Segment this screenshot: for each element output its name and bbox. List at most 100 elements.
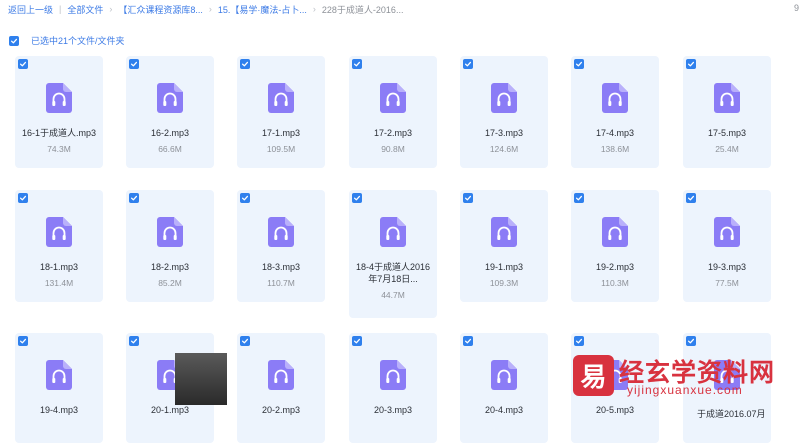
file-card[interactable]: 16-2.mp3 66.6M bbox=[126, 56, 214, 168]
file-checkbox[interactable] bbox=[240, 59, 250, 69]
breadcrumb-separator: › bbox=[312, 4, 316, 14]
file-card[interactable]: 17-3.mp3 124.6M bbox=[460, 56, 548, 168]
file-size: 138.6M bbox=[600, 144, 630, 154]
file-name: 17-4.mp3 bbox=[595, 128, 635, 138]
file-checkbox[interactable] bbox=[129, 59, 139, 69]
file-checkbox[interactable] bbox=[18, 336, 28, 346]
file-checkbox[interactable] bbox=[352, 193, 362, 203]
file-size: 74.3M bbox=[47, 144, 71, 154]
file-size: 90.8M bbox=[381, 144, 405, 154]
file-card[interactable]: 17-4.mp3 138.6M bbox=[571, 56, 659, 168]
file-card[interactable]: 20-4.mp3 bbox=[460, 333, 548, 443]
file-name: 19-3.mp3 bbox=[707, 262, 747, 272]
file-checkbox[interactable] bbox=[129, 336, 139, 346]
breadcrumb-separator: › bbox=[208, 4, 212, 14]
file-size: 109.3M bbox=[489, 278, 519, 288]
breadcrumb: 返回上一级 | 全部文件 › 【汇众课程资源库8... › 15.【易学·魔法-… bbox=[8, 2, 403, 16]
file-card[interactable]: 16-1于成道人.mp3 74.3M bbox=[15, 56, 103, 168]
select-all-checkbox[interactable]: 已选中21个文件/文件夹 bbox=[9, 34, 125, 47]
audio-file-icon bbox=[46, 360, 72, 390]
back-link[interactable]: 返回上一级 bbox=[8, 3, 53, 16]
file-checkbox[interactable] bbox=[240, 336, 250, 346]
file-name: 16-1于成道人.mp3 bbox=[21, 128, 97, 138]
breadcrumb-item-resource[interactable]: 【汇众课程资源库8... bbox=[118, 3, 203, 16]
file-checkbox[interactable] bbox=[574, 336, 584, 346]
file-name: 17-1.mp3 bbox=[261, 128, 301, 138]
file-name: 18-4于成道人2016年7月18日... bbox=[355, 262, 431, 284]
file-name: 17-2.mp3 bbox=[373, 128, 413, 138]
audio-file-icon bbox=[380, 217, 406, 247]
file-checkbox[interactable] bbox=[352, 336, 362, 346]
audio-file-icon bbox=[602, 83, 628, 113]
audio-file-icon bbox=[46, 217, 72, 247]
breadcrumb-separator: | bbox=[59, 4, 62, 14]
file-name: 20-2.mp3 bbox=[261, 405, 301, 415]
file-checkbox[interactable] bbox=[240, 193, 250, 203]
file-checkbox[interactable] bbox=[18, 193, 28, 203]
video-thumbnail[interactable] bbox=[175, 353, 227, 405]
audio-file-icon bbox=[380, 83, 406, 113]
file-card[interactable]: 18-1.mp3 131.4M bbox=[15, 190, 103, 302]
breadcrumb-item-category[interactable]: 15.【易学·魔法-占卜... bbox=[218, 3, 307, 16]
file-size: 44.7M bbox=[381, 290, 405, 300]
file-card[interactable]: 19-2.mp3 110.3M bbox=[571, 190, 659, 302]
file-name: 16-2.mp3 bbox=[150, 128, 190, 138]
watermark-logo: 易 bbox=[573, 355, 614, 396]
audio-file-icon bbox=[491, 217, 517, 247]
file-size: 131.4M bbox=[44, 278, 74, 288]
file-size: 110.3M bbox=[601, 278, 629, 288]
file-checkbox[interactable] bbox=[686, 59, 696, 69]
file-card[interactable]: 18-3.mp3 110.7M bbox=[237, 190, 325, 302]
file-size: 66.6M bbox=[158, 144, 182, 154]
file-card[interactable]: 18-4于成道人2016年7月18日... 44.7M bbox=[349, 190, 437, 318]
file-card[interactable]: 20-2.mp3 bbox=[237, 333, 325, 443]
file-checkbox[interactable] bbox=[463, 193, 473, 203]
file-checkbox[interactable] bbox=[574, 59, 584, 69]
file-name: 18-3.mp3 bbox=[261, 262, 301, 272]
file-checkbox[interactable] bbox=[352, 59, 362, 69]
selection-count: 已选中21个文件/文件夹 bbox=[31, 36, 125, 46]
audio-file-icon bbox=[491, 360, 517, 390]
audio-file-icon bbox=[268, 83, 294, 113]
file-name: 18-1.mp3 bbox=[39, 262, 79, 272]
breadcrumb-item-current: 228于成道人-2016... bbox=[321, 4, 404, 15]
file-name: 20-4.mp3 bbox=[484, 405, 524, 415]
file-card[interactable]: 17-5.mp3 25.4M bbox=[683, 56, 771, 168]
file-checkbox[interactable] bbox=[686, 193, 696, 203]
audio-file-icon bbox=[46, 83, 72, 113]
file-card[interactable]: 17-1.mp3 109.5M bbox=[237, 56, 325, 168]
file-size: 77.5M bbox=[715, 278, 739, 288]
file-card[interactable]: 20-3.mp3 bbox=[349, 333, 437, 443]
truncated-text: 9 bbox=[793, 3, 799, 13]
watermark-url: yijingxuanxue.com bbox=[627, 383, 743, 397]
file-name: 20-3.mp3 bbox=[373, 405, 413, 415]
file-checkbox[interactable] bbox=[18, 59, 28, 69]
breadcrumb-separator: › bbox=[109, 4, 113, 14]
file-name: 20-1.mp3 bbox=[150, 405, 190, 415]
file-checkbox[interactable] bbox=[463, 336, 473, 346]
file-name: 19-4.mp3 bbox=[39, 405, 79, 415]
watermark: 易 经玄学资料网 yijingxuanxue.com bbox=[573, 349, 800, 429]
audio-file-icon bbox=[157, 217, 183, 247]
file-card[interactable]: 19-3.mp3 77.5M bbox=[683, 190, 771, 302]
file-size: 110.7M bbox=[267, 278, 295, 288]
file-checkbox[interactable] bbox=[463, 59, 473, 69]
check-icon bbox=[9, 35, 19, 46]
breadcrumb-item-all-files[interactable]: 全部文件 bbox=[67, 3, 103, 16]
file-checkbox[interactable] bbox=[686, 336, 696, 346]
audio-file-icon bbox=[602, 217, 628, 247]
audio-file-icon bbox=[380, 360, 406, 390]
audio-file-icon bbox=[157, 83, 183, 113]
file-checkbox[interactable] bbox=[574, 193, 584, 203]
file-card[interactable]: 19-4.mp3 bbox=[15, 333, 103, 443]
file-card[interactable]: 17-2.mp3 90.8M bbox=[349, 56, 437, 168]
file-name: 17-5.mp3 bbox=[707, 128, 747, 138]
file-name: 19-2.mp3 bbox=[595, 262, 635, 272]
audio-file-icon bbox=[714, 83, 740, 113]
file-checkbox[interactable] bbox=[129, 193, 139, 203]
file-card[interactable]: 18-2.mp3 85.2M bbox=[126, 190, 214, 302]
file-size: 124.6M bbox=[489, 144, 519, 154]
file-card[interactable]: 19-1.mp3 109.3M bbox=[460, 190, 548, 302]
file-name: 17-3.mp3 bbox=[484, 128, 524, 138]
audio-file-icon bbox=[714, 217, 740, 247]
